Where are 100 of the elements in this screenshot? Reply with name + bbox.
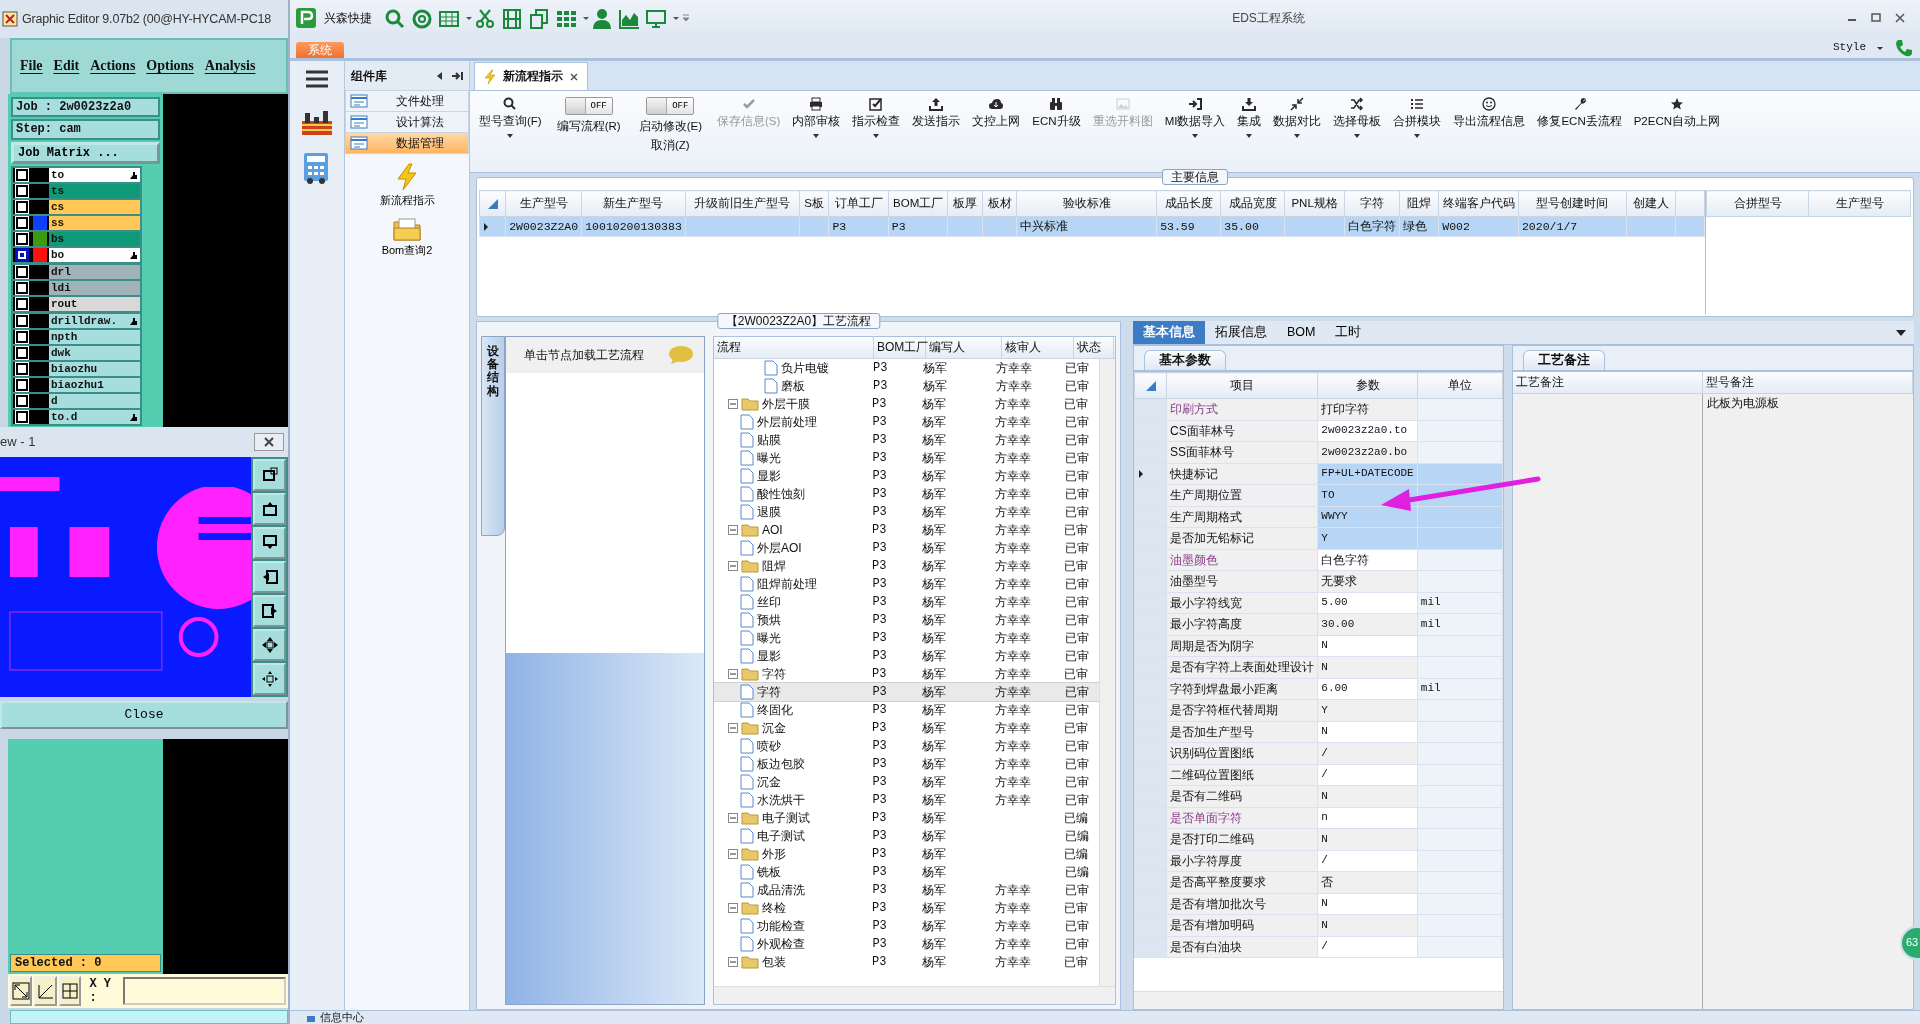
tree-item[interactable]: 包装 [762,954,786,970]
tree-item[interactable]: 铣板 [757,864,781,880]
column-header[interactable]: 单位 [1417,372,1503,399]
sub-tab[interactable]: 工艺备注 [1523,350,1605,370]
toolbar-button[interactable] [591,6,613,30]
caret-icon[interactable] [672,14,680,22]
layer-row[interactable]: bs [49,232,140,247]
view-button[interactable] [253,629,286,661]
ribbon-button[interactable]: 集成 [1234,95,1265,141]
overflow-icon[interactable] [681,13,691,23]
column-header[interactable]: BOM工厂 [888,190,948,217]
coordinate-field[interactable] [123,977,286,1005]
column-header[interactable]: 板材 [982,190,1017,217]
tool-button[interactable]: 新流程指示 [345,162,469,209]
view-button[interactable] [253,459,286,491]
tree-item[interactable]: 外形 [762,846,786,862]
column-header[interactable]: 新生产型号 [581,190,686,217]
column-header[interactable]: 工艺备注 [1513,372,1703,393]
sub-tab[interactable]: 基本参数 [1144,350,1226,370]
tree-item[interactable]: 终固化 [757,702,793,718]
layer-checkbox[interactable] [16,249,28,262]
tree-item[interactable]: 功能检查 [757,918,805,934]
tree-item[interactable]: 显影 [757,648,781,664]
tab[interactable]: BOM [1277,321,1326,344]
column-header[interactable]: 终端客户代码 [1438,190,1519,217]
ribbon-button[interactable]: 导出流程信息 [1450,95,1529,131]
tree-item[interactable]: 电子测试 [757,828,805,844]
menu-item[interactable]: Actions [90,57,136,75]
row-header[interactable] [1134,463,1167,485]
column-header[interactable]: 核审人 [1002,337,1074,358]
layer-row[interactable]: to [49,168,140,183]
layer-row[interactable]: rout [49,297,140,312]
column-header[interactable]: 创建人 [1626,190,1676,217]
column-header[interactable]: 升级前旧生产型号 [685,190,800,217]
tree-item[interactable]: 贴膜 [757,432,781,448]
close-icon[interactable] [569,71,579,82]
layer-checkbox[interactable] [16,266,28,279]
tab[interactable]: 拓展信息 [1205,321,1277,344]
column-header[interactable]: 型号创建时间 [1518,190,1627,217]
collapse-icon[interactable] [435,71,443,81]
ribbon-button[interactable]: P2ECN自动上网 [1630,95,1724,131]
component-item[interactable]: 文件处理 [345,90,469,112]
layer-row[interactable]: biaozhu [49,362,140,377]
column-header[interactable]: 字符 [1344,190,1400,217]
layer-row[interactable]: drilldraw. [49,314,140,329]
layer-checkbox[interactable] [16,282,28,295]
column-header[interactable]: 成品长度 [1156,190,1221,217]
layer-row[interactable]: d [49,394,140,409]
ribbon-button[interactable]: 内部审核 [789,95,844,141]
tree-item[interactable]: AOI [762,522,783,538]
caret-icon[interactable] [465,14,473,22]
menu-item[interactable]: Edit [53,57,80,75]
layer-row[interactable]: ts [49,184,140,199]
tab[interactable]: 基本信息 [1133,321,1205,344]
layer-checkbox[interactable] [16,347,28,360]
column-header[interactable]: 生产型号 [1808,190,1911,217]
layer-row[interactable]: ss [49,216,140,231]
layer-checkbox[interactable] [16,201,28,214]
component-item[interactable]: 设计算法 [345,111,469,133]
column-header[interactable]: 状态 [1074,337,1114,358]
ribbon-button[interactable]: 型号查询(F) [476,95,545,141]
column-header[interactable]: 型号备注 [1703,372,1913,393]
layer-row[interactable]: drl [49,265,140,280]
ribbon-button[interactable]: 指示检查 [849,95,904,141]
ribbon-button[interactable]: MI数据导入 [1161,95,1229,141]
restore-icon[interactable] [1870,12,1882,24]
layer-checkbox[interactable] [16,185,28,198]
close-button[interactable]: Close [0,701,288,729]
toolbar-button[interactable] [501,6,523,30]
caret-icon[interactable] [1896,328,1906,337]
tool-button[interactable]: Bom查询2 [345,216,469,259]
table-row[interactable]: 2W0023Z2A0 10010200130383 P3 P3 中兴标准 53.59 35.00 白色字符 绿色 W002 2020/1/7 [479,216,1705,237]
ribbon-button[interactable]: ECN升级 [1029,95,1084,131]
layer-checkbox[interactable] [16,363,28,376]
layer-checkbox[interactable] [16,169,28,182]
tab[interactable]: 工时 [1325,321,1372,344]
tree-item[interactable]: 负片电镀 [781,360,829,376]
toggle-switch[interactable]: OFF [646,97,695,115]
tree-item[interactable]: 预烘 [757,612,781,628]
tree-item[interactable]: 板边包胶 [757,756,805,772]
column-header[interactable]: 合拼型号 [1706,190,1809,217]
ribbon-button[interactable]: 文控上网 [969,95,1024,131]
tree-item[interactable]: 成品清洗 [757,882,805,898]
side-tab[interactable]: 设备结构 [481,336,505,536]
ribbon-button[interactable]: 修复ECN丢流程 [1534,95,1625,131]
close-icon[interactable] [1894,12,1906,24]
layer-row[interactable]: to.d [49,410,140,425]
close-button[interactable] [254,433,284,451]
tree-item[interactable]: 曝光 [757,450,781,466]
view-button[interactable] [253,561,286,593]
tree-item[interactable]: 字符 [757,684,781,700]
tree-item[interactable]: 丝印 [757,594,781,610]
tree-item[interactable]: 水洗烘干 [757,792,805,808]
tree-item[interactable]: 酸性蚀刻 [757,486,805,502]
tool-button[interactable] [58,976,82,1006]
ribbon-button[interactable]: 数据对比 [1270,95,1325,141]
pin-icon[interactable] [451,71,463,81]
tree-item[interactable]: 显影 [757,468,781,484]
layer-checkbox[interactable] [16,233,28,246]
scrollbar[interactable] [1099,359,1115,986]
